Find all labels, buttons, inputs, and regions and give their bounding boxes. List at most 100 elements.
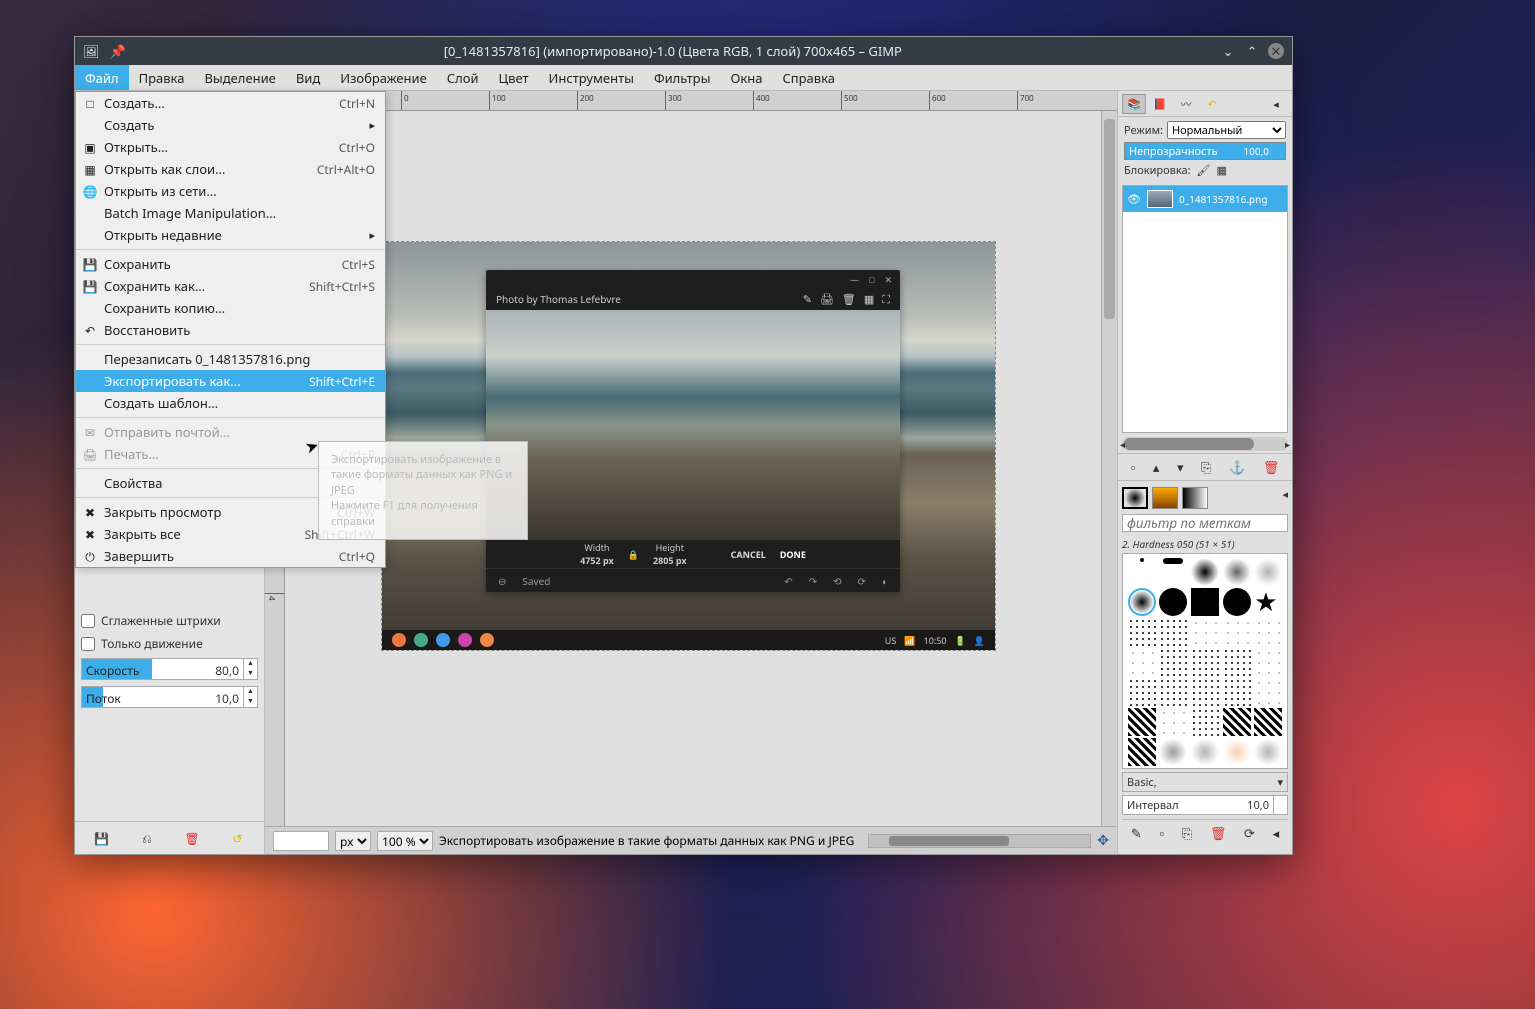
coord-readout [273, 831, 329, 851]
menu-view[interactable]: Вид [286, 65, 330, 90]
close-button[interactable]: ✕ [1268, 43, 1284, 59]
menu-item-отправить-почтой-[interactable]: ✉Отправить почтой… [76, 421, 385, 443]
lock-label: Блокировка: [1124, 163, 1191, 178]
menu-tools[interactable]: Инструменты [539, 65, 644, 90]
menu-item-открыть-как-слои-[interactable]: ▦Открыть как слои…Ctrl+Alt+O [76, 158, 385, 180]
overlay-close-icon: ✕ [884, 273, 892, 285]
lock-alpha-icon[interactable]: ▦ [1217, 163, 1227, 178]
menu-image[interactable]: Изображение [330, 65, 437, 90]
flow-spin[interactable]: ▲▼ [243, 687, 257, 707]
menu-item-создать[interactable]: Создать▸ [76, 114, 385, 136]
unit-select[interactable]: px [335, 831, 371, 851]
opacity-slider[interactable]: Непрозрачность 100,0 [1124, 142, 1286, 160]
titlebar[interactable]: 🖼 📌 [0_1481357816] (импортировано)-1.0 (… [75, 37, 1292, 65]
menu-item-создать-шаблон-[interactable]: Создать шаблон… [76, 392, 385, 414]
menu-item-восстановить[interactable]: ↶Восстановить [76, 319, 385, 341]
right-dock: 📚 📕 〰 ↶ ◂ Режим: Нормальный Непрозрачнос… [1117, 91, 1292, 854]
brush-filter-input[interactable] [1122, 514, 1288, 532]
tab-paths-icon[interactable]: 〰 [1174, 94, 1198, 114]
tab-layers-icon[interactable]: 📚 [1122, 94, 1146, 114]
window-title: [0_1481357816] (импортировано)-1.0 (Цвет… [126, 42, 1220, 60]
raise-layer-icon[interactable]: ▴ [1153, 458, 1160, 476]
embedded-taskbar: US 📶 10:50 🔋 👤 [382, 630, 995, 650]
brush-dup-icon[interactable]: ⎘ [1182, 824, 1192, 842]
app-icon: 🖼 [83, 42, 100, 60]
lower-layer-icon[interactable]: ▾ [1177, 458, 1184, 476]
brush-name-label: 2. Hardness 050 (51 × 51) [1122, 535, 1288, 553]
print-icon: 🖨 [820, 292, 834, 307]
navigate-icon[interactable]: ✥ [1097, 831, 1109, 850]
blend-mode-select[interactable]: Нормальный [1167, 121, 1286, 139]
smooth-strokes-option[interactable]: Сглаженные штрихи [75, 609, 264, 632]
horizontal-scrollbar[interactable] [868, 834, 1091, 848]
layer-list[interactable]: 👁 0_1481357816.png [1122, 185, 1288, 433]
pattern-preview[interactable] [1152, 487, 1178, 509]
status-message: Экспортировать изображение в такие форма… [439, 832, 854, 849]
menu-edit[interactable]: Правка [129, 65, 195, 90]
gradient-preview[interactable] [1182, 487, 1208, 509]
gimp-window: 🖼 📌 [0_1481357816] (импортировано)-1.0 (… [74, 36, 1293, 855]
brush-del-icon[interactable]: 🗑 [1210, 824, 1227, 842]
speed-spin[interactable]: ▲▼ [243, 659, 257, 679]
brush-grid[interactable]: ★ [1122, 553, 1288, 769]
save-preset-icon[interactable]: 💾 [92, 828, 112, 848]
menu-item-создать-[interactable]: □Создать…Ctrl+N [76, 92, 385, 114]
menu-windows[interactable]: Окна [720, 65, 772, 90]
menu-item-экспортировать-как-[interactable]: Экспортировать как…Shift+Ctrl+E [76, 370, 385, 392]
menu-item-сохранить-копию-[interactable]: Сохранить копию… [76, 297, 385, 319]
layer-item[interactable]: 👁 0_1481357816.png [1123, 186, 1287, 212]
flow-slider[interactable]: Поток 10,0 ▲▼ [81, 686, 258, 708]
vertical-scrollbar[interactable] [1101, 111, 1117, 826]
export-tooltip: Экспортировать изображение в такие форма… [318, 441, 528, 540]
menu-item-завершить[interactable]: ⏻ЗавершитьCtrl+Q [76, 545, 385, 567]
duplicate-layer-icon[interactable]: ⎘ [1201, 458, 1211, 476]
menu-select[interactable]: Выделение [194, 65, 285, 90]
tab-channels-icon[interactable]: 📕 [1148, 94, 1172, 114]
delete-layer-icon[interactable]: 🗑 [1263, 458, 1280, 476]
tab-menu-icon[interactable]: ◂ [1264, 94, 1288, 114]
pin-icon[interactable]: 📌 [110, 42, 126, 60]
reset-preset-icon[interactable]: ↺ [227, 828, 247, 848]
menu-filters[interactable]: Фильтры [644, 65, 720, 90]
brush-open-icon[interactable]: ◂ [1273, 824, 1280, 842]
delete-preset-icon[interactable]: 🗑 [182, 828, 202, 848]
menu-item-открыть-[interactable]: ▣Открыть…Ctrl+O [76, 136, 385, 158]
brush-refresh-icon[interactable]: ⟳ [1244, 824, 1255, 842]
brush-tab-menu[interactable]: ◂ [1282, 487, 1288, 509]
brush-new-icon[interactable]: ▫ [1159, 824, 1164, 842]
layer-name[interactable]: 0_1481357816.png [1179, 192, 1283, 206]
menu-layer[interactable]: Слой [437, 65, 489, 90]
brush-edit-icon[interactable]: ✎ [1131, 824, 1142, 842]
menu-color[interactable]: Цвет [489, 65, 539, 90]
visibility-icon[interactable]: 👁 [1127, 192, 1141, 207]
brush-interval[interactable]: Интервал 10,0 [1122, 795, 1288, 815]
new-layer-icon[interactable]: ▫ [1131, 458, 1136, 476]
speed-slider[interactable]: Скорость 80,0 ▲▼ [81, 658, 258, 680]
status-bar: px 100 % Экспортировать изображение в та… [265, 826, 1117, 854]
brush-preset-select[interactable]: Basic,▾ [1122, 772, 1288, 792]
only-motion-option[interactable]: Только движение [75, 632, 264, 655]
only-motion-checkbox[interactable] [81, 637, 95, 651]
lock-pixels-icon[interactable]: 🖌 [1197, 163, 1211, 178]
overlay-photo-credit: Photo by Thomas Lefebvre [496, 292, 621, 306]
menu-file[interactable]: Файл [75, 65, 129, 90]
minimize-button[interactable]: ⌄ [1220, 43, 1236, 59]
menu-help[interactable]: Справка [772, 65, 845, 90]
grid-icon: ▦ [864, 292, 874, 307]
brush-preview[interactable] [1122, 487, 1148, 509]
menu-item-batch-image-manipulation-[interactable]: Batch Image Manipulation… [76, 202, 385, 224]
maximize-button[interactable]: ⌃ [1244, 43, 1260, 59]
smooth-strokes-checkbox[interactable] [81, 614, 95, 628]
menu-item-открыть-недавние[interactable]: Открыть недавние▸ [76, 224, 385, 246]
zoom-select[interactable]: 100 % [377, 831, 433, 851]
tab-undo-icon[interactable]: ↶ [1200, 94, 1224, 114]
menu-item-сохранить-как-[interactable]: 💾Сохранить как…Shift+Ctrl+S [76, 275, 385, 297]
horizontal-ruler[interactable]: 0 100 200 300 400 500 600 700 [305, 91, 1117, 111]
overlay-max-icon: □ [869, 273, 874, 285]
menu-item-перезаписать-0-1481357816-png[interactable]: Перезаписать 0_1481357816.png [76, 348, 385, 370]
anchor-layer-icon[interactable]: ⚓ [1229, 458, 1245, 476]
layer-hscroll[interactable]: ◂▸ [1122, 437, 1288, 451]
restore-preset-icon[interactable]: ⎌ [137, 828, 157, 848]
menu-item-открыть-из-сети-[interactable]: 🌐Открыть из сети… [76, 180, 385, 202]
menu-item-сохранить[interactable]: 💾СохранитьCtrl+S [76, 253, 385, 275]
